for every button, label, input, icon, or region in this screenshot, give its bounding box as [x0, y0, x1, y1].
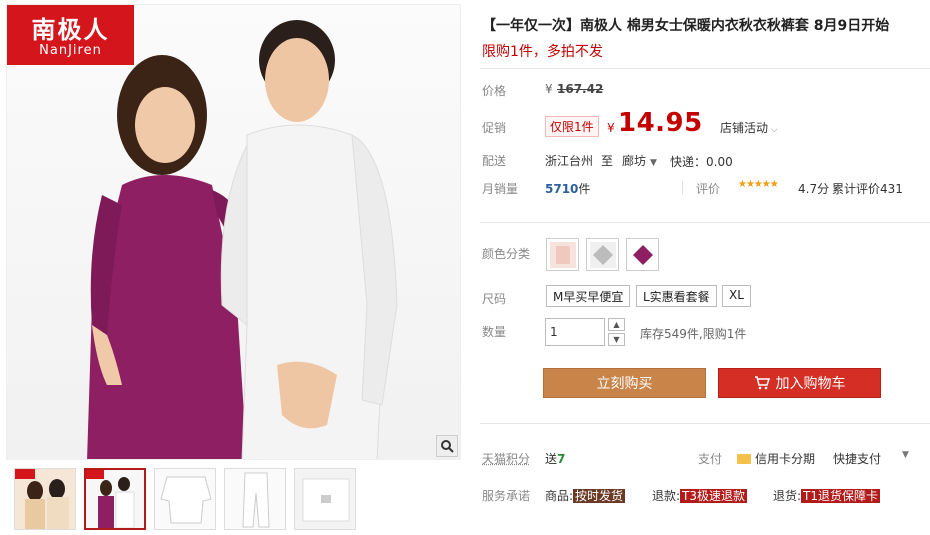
- credit-card-icon: [737, 453, 751, 464]
- payment-label: 支付: [698, 452, 723, 466]
- color-swatch-beige[interactable]: [546, 238, 579, 271]
- thumbnail-3[interactable]: [154, 468, 216, 530]
- thumbnail-4[interactable]: [224, 468, 286, 530]
- points-value: 送: [545, 452, 558, 466]
- brand-logo-cn: 南极人: [31, 16, 110, 44]
- product-title: 【一年仅一次】南极人 棉男女士保暖内衣秋衣秋裤套 8月9日开始: [482, 18, 890, 34]
- rating-stars-icon: ★★★★★: [738, 179, 779, 190]
- quantity-increase-icon[interactable]: ▲: [608, 318, 625, 331]
- credit-installment-label: 信用卡分期: [755, 452, 816, 466]
- service-return-tag: T1退货保障卡: [801, 489, 881, 503]
- add-to-cart-label: 加入购物车: [775, 376, 846, 392]
- service-return: 退货: T1退货保障卡: [773, 487, 881, 504]
- price-currency: ¥: [545, 82, 553, 96]
- price-label: 价格: [482, 84, 507, 98]
- buy-now-button[interactable]: 立刻购买: [543, 368, 706, 398]
- quick-pay: 快捷支付: [833, 452, 882, 466]
- size-label: 尺码: [482, 292, 507, 306]
- points-value-wrap: 送7: [545, 450, 565, 467]
- quantity-decrease-icon[interactable]: ▼: [608, 333, 625, 346]
- sales-count: 5710: [545, 182, 579, 196]
- points-num: 7: [557, 452, 566, 466]
- service-refund: 退款: T3极速退款: [652, 487, 748, 504]
- service-refund-tag: T3极速退款: [680, 489, 748, 503]
- caret-down-icon: ▼: [650, 158, 657, 168]
- size-option-l[interactable]: L实惠看套餐: [636, 285, 717, 307]
- service-return-label: 退货:: [773, 489, 802, 503]
- product-gallery: 南极人 NanJiren: [6, 4, 461, 534]
- zoom-icon[interactable]: [436, 435, 458, 457]
- color-swatch-purple[interactable]: [626, 238, 659, 271]
- buy-now-label: 立刻购买: [596, 376, 653, 392]
- promo-label: 促销: [482, 121, 507, 135]
- original-price: 167.42: [557, 82, 604, 96]
- sales-label: 月销量: [482, 182, 519, 196]
- points-label[interactable]: 天猫积分: [482, 450, 530, 467]
- thumbnail-pointer: [112, 468, 124, 469]
- promo-currency: ¥: [607, 121, 615, 135]
- promo-tag: 仅限1件: [545, 116, 599, 137]
- shipping-express: 快递：0.00: [670, 155, 733, 169]
- store-activity-dropdown[interactable]: 店铺活动 ⌵: [720, 119, 778, 136]
- credit-installment[interactable]: 信用卡分期: [737, 450, 815, 467]
- shipping-to: 廊坊: [622, 154, 647, 168]
- product-subtitle: 限购1件，多拍不发: [482, 44, 603, 60]
- brand-logo-en: NanJiren: [39, 43, 102, 58]
- divider: [480, 423, 930, 424]
- review-count-link[interactable]: 累计评价431: [832, 180, 903, 197]
- thumbnail-strip: [14, 468, 356, 530]
- shipping-from: 浙江台州: [545, 154, 594, 168]
- color-label: 颜色分类: [482, 247, 531, 261]
- size-option-xl[interactable]: XL: [722, 285, 751, 307]
- quantity-input[interactable]: [545, 318, 605, 346]
- divider: [480, 222, 930, 223]
- product-info-panel: 【一年仅一次】南极人 棉男女士保暖内衣秋衣秋裤套 8月9日开始 限购1件，多拍不…: [470, 0, 930, 535]
- service-goods-label: 商品:: [545, 489, 574, 503]
- service-goods-tag: 按时发货: [573, 489, 626, 503]
- shipping-to-word: 至: [601, 154, 614, 168]
- chevron-down-icon: ⌵: [768, 125, 778, 135]
- color-swatch-grey[interactable]: [586, 238, 619, 271]
- models-photo-image: [87, 20, 398, 459]
- sales-unit: 件: [578, 182, 591, 196]
- service-label: 服务承诺: [482, 489, 531, 503]
- thumbnail-1[interactable]: [14, 468, 76, 530]
- service-goods: 商品: 按时发货: [545, 487, 626, 504]
- quantity-label: 数量: [482, 325, 507, 339]
- main-product-photo[interactable]: 南极人 NanJiren: [6, 4, 461, 460]
- add-to-cart-button[interactable]: 加入购物车: [718, 368, 881, 398]
- caret-down-icon[interactable]: ▼: [902, 450, 909, 460]
- divider: [480, 68, 930, 69]
- divider: [682, 181, 683, 194]
- rating-score: 4.7分: [798, 182, 830, 196]
- thumbnail-2[interactable]: [84, 468, 146, 530]
- stock-info: 库存549件,限购1件: [640, 327, 747, 341]
- promo-price: 14.95: [618, 108, 703, 138]
- cart-icon: [754, 376, 770, 390]
- store-activity-label: 店铺活动: [720, 121, 769, 135]
- service-refund-label: 退款:: [652, 489, 681, 503]
- thumbnail-5[interactable]: [294, 468, 356, 530]
- size-option-m[interactable]: M早买早便宜: [546, 285, 631, 307]
- shipping-label: 配送: [482, 154, 507, 168]
- brand-logo: 南极人 NanJiren: [7, 5, 134, 65]
- shipping-destination[interactable]: 廊坊 ▼: [622, 152, 657, 169]
- rating-label: 评价: [696, 182, 721, 196]
- sales-count-wrap: 5710件: [545, 180, 590, 197]
